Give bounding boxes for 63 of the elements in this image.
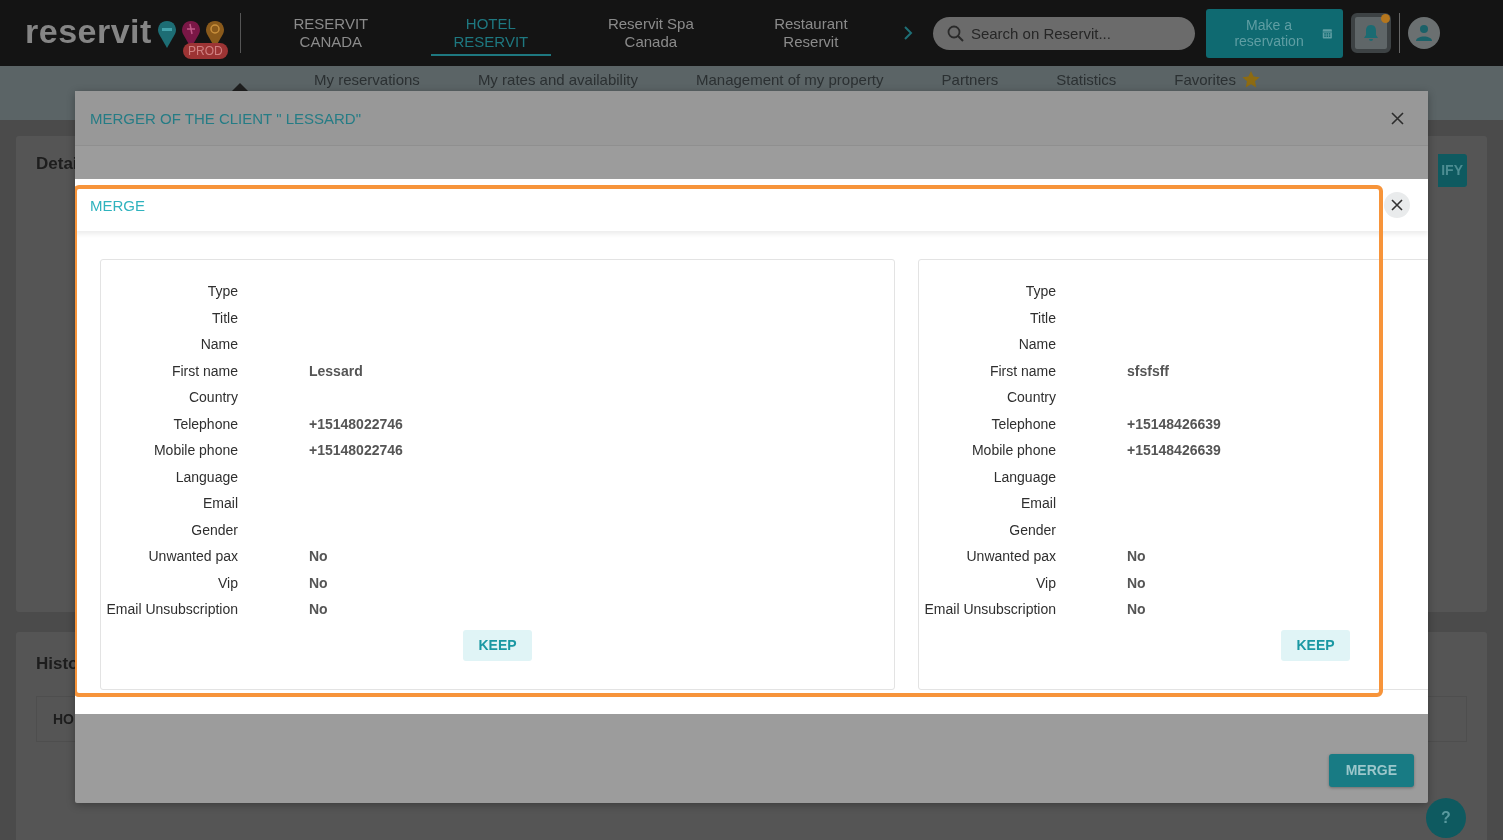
field-value: +15148426639 xyxy=(1127,415,1221,432)
field-value: No xyxy=(1127,601,1146,617)
close-icon xyxy=(1391,199,1403,211)
field-label: Unwanted pax xyxy=(147,547,238,566)
keep-button[interactable]: KEEP xyxy=(1281,629,1350,661)
field-label: Telephone xyxy=(990,414,1056,434)
search-icon xyxy=(946,24,964,42)
field-label: Unwanted pax xyxy=(965,547,1056,566)
search-field[interactable]: Search on Reservit... xyxy=(932,16,1195,50)
dialog-title: MERGER OF THE CLIENT " LESSARD" xyxy=(90,109,361,127)
field-label: First name xyxy=(988,361,1056,381)
field-label: Title xyxy=(1029,308,1056,328)
field-label: First name xyxy=(170,361,238,381)
field-value: +15148022746 xyxy=(309,415,403,432)
field-value: No xyxy=(309,601,328,617)
field-value: +15148022746 xyxy=(309,442,403,458)
field-label: Language xyxy=(992,467,1056,487)
user-avatar[interactable] xyxy=(1407,17,1440,49)
star-icon xyxy=(1241,71,1260,88)
keep-button[interactable]: KEEP xyxy=(463,629,532,661)
section-title: Detai xyxy=(36,154,78,174)
field-value: No xyxy=(309,548,328,564)
nav-tab[interactable]: Restaurant Reservit xyxy=(750,10,871,56)
dialog-title: MERGE xyxy=(90,196,145,214)
field-value: Lessard xyxy=(309,362,363,379)
bell-icon xyxy=(1362,24,1379,42)
user-icon xyxy=(1415,24,1432,42)
close-icon[interactable] xyxy=(1391,111,1404,125)
field-label: Telephone xyxy=(172,414,238,434)
field-label: Language xyxy=(174,467,238,487)
field-label: Country xyxy=(1005,388,1056,407)
field-label: Name xyxy=(1017,335,1056,354)
field-label: Country xyxy=(187,388,238,407)
close-button[interactable] xyxy=(1384,192,1410,218)
field-label: Gender xyxy=(1008,520,1056,540)
chevron-right-icon[interactable] xyxy=(902,25,913,41)
field-label: Type xyxy=(1024,282,1056,301)
make-reservation-button[interactable]: Make a reservation xyxy=(1205,8,1343,58)
field-label: Name xyxy=(199,335,238,354)
field-value: No xyxy=(1127,548,1146,564)
field-label: Vip xyxy=(217,573,238,593)
field-value: No xyxy=(1127,574,1146,591)
notifications-button[interactable] xyxy=(1350,13,1391,53)
field-label: Email Unsubscription xyxy=(923,600,1056,619)
field-label: Email Unsubscription xyxy=(105,600,238,619)
field-label: Mobile phone xyxy=(970,441,1056,460)
field-value: +15148426639 xyxy=(1127,442,1221,458)
field-value: No xyxy=(309,574,328,591)
merge-button[interactable]: MERGE xyxy=(1328,754,1414,787)
field-label: Email xyxy=(1020,494,1056,513)
field-label: Gender xyxy=(190,520,238,540)
field-label: Email xyxy=(202,494,238,513)
field-label: Vip xyxy=(1035,573,1056,593)
environment-badge: PROD xyxy=(183,43,228,59)
field-label: Type xyxy=(206,282,238,301)
field-value: sfsfsff xyxy=(1127,362,1169,379)
logo-text: reservit xyxy=(25,12,152,51)
field-label: Title xyxy=(211,308,238,328)
modify-button[interactable]: IFY xyxy=(1438,154,1467,187)
nav-tab[interactable]: Reservit Spa Canada xyxy=(590,10,711,56)
nav-tab[interactable]: HOTEL RESERVIT xyxy=(430,10,551,56)
nav-tab[interactable]: RESERVIT CANADA xyxy=(270,10,391,56)
field-label: Mobile phone xyxy=(152,441,238,460)
